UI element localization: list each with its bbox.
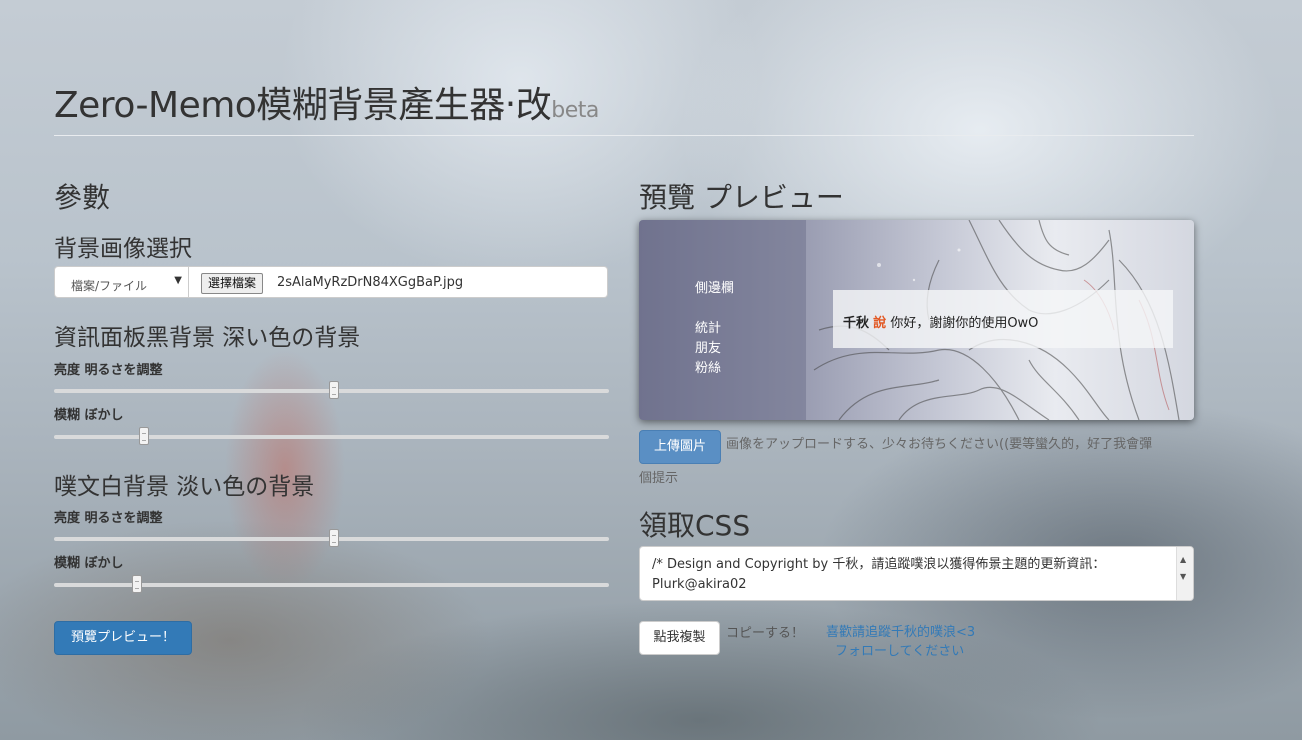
follow-link[interactable]: 喜歡請追蹤千秋的噗浪<3 <box>826 621 975 640</box>
css-heading: 領取CSS <box>639 509 751 542</box>
caret-down-icon: ▼ <box>174 275 182 286</box>
upload-note-cont: 個提示 <box>639 471 679 486</box>
slider-thumb[interactable] <box>329 529 340 547</box>
plurk-text-line: 千秋 說 你好，謝謝你的使用OwO <box>843 312 1038 331</box>
source-select-value: 檔案/ファイル <box>71 279 148 293</box>
file-input[interactable]: 選擇檔案 2sAlaMyRzDrN84XGgBaP.jpg <box>189 266 608 298</box>
preview-panel: 側邊欄 統計 朋友 粉絲 千秋 說 你好，謝謝你的使用OwO <box>639 220 1194 420</box>
textarea-scrollbar[interactable]: ▲ ▼ <box>1176 547 1193 600</box>
preview-heading: 預覽 プレビュー <box>639 181 844 214</box>
light-brightness-label: 亮度 明るさを調整 <box>54 511 163 526</box>
title-text: Zero-Memo模糊背景產生器‧改 <box>54 85 552 126</box>
scroll-down-icon[interactable]: ▼ <box>1180 567 1186 587</box>
bg-select-heading: 背景画像選択 <box>54 236 192 262</box>
dark-blur-label: 模糊 ぼかし <box>54 408 124 423</box>
css-textarea[interactable]: /* Design and Copyright by 千秋，請追蹤噗浪以獲得佈景… <box>639 546 1194 601</box>
follow-note: フォローしてください <box>835 644 965 659</box>
slider-track <box>54 435 609 439</box>
preview-plurk-bubble: 千秋 說 你好，謝謝你的使用OwO <box>833 290 1173 348</box>
upload-note: 画像をアップロードする、少々お待ちください((要等蠻久的，好了我會彈 <box>726 437 1153 452</box>
preview-sidebar <box>639 220 806 420</box>
slider-thumb[interactable] <box>329 381 340 399</box>
dark-brightness-label: 亮度 明るさを調整 <box>54 363 163 378</box>
dark-blur-slider[interactable] <box>54 427 609 447</box>
page-title: Zero-Memo模糊背景產生器‧改beta <box>54 76 599 128</box>
plurk-verb: 說 <box>873 316 887 331</box>
preview-sidebar-title: 側邊欄 <box>695 281 735 296</box>
css-line: /* Design and Copyright by 千秋，請追蹤噗浪以獲得佈景… <box>652 557 1106 572</box>
light-blur-label: 模糊 ぼかし <box>54 556 124 571</box>
params-heading: 參數 <box>54 181 111 214</box>
css-line: Plurk@akira02 <box>652 577 747 592</box>
preview-sidebar-item: 粉絲 <box>695 361 722 376</box>
beta-badge: beta <box>551 98 599 123</box>
upload-button[interactable]: 上傳圖片 <box>639 430 721 464</box>
preview-sidebar-item: 統計 <box>695 321 722 336</box>
light-brightness-slider[interactable] <box>54 529 609 549</box>
light-panel-heading: 噗文白背景 淡い色の背景 <box>54 474 315 500</box>
copy-note: コピーする！ <box>726 626 805 641</box>
dark-brightness-slider[interactable] <box>54 381 609 401</box>
file-name: 2sAlaMyRzDrN84XGgBaP.jpg <box>277 275 464 290</box>
plurk-text: 你好，謝謝你的使用OwO <box>890 316 1039 331</box>
preview-sidebar-item: 朋友 <box>695 341 722 356</box>
slider-thumb[interactable] <box>138 427 149 445</box>
slider-thumb[interactable] <box>132 575 143 593</box>
dark-panel-heading: 資訊面板黑背景 深い色の背景 <box>54 325 361 351</box>
copy-button[interactable]: 點我複製 <box>639 621 720 655</box>
light-blur-slider[interactable] <box>54 575 609 595</box>
choose-file-button[interactable]: 選擇檔案 <box>201 273 264 294</box>
preview-button[interactable]: 預覽プレビュー！ <box>54 621 192 655</box>
source-select[interactable]: 檔案/ファイル ▼ <box>54 266 189 298</box>
plurk-user: 千秋 <box>843 316 870 331</box>
divider <box>54 135 1194 136</box>
